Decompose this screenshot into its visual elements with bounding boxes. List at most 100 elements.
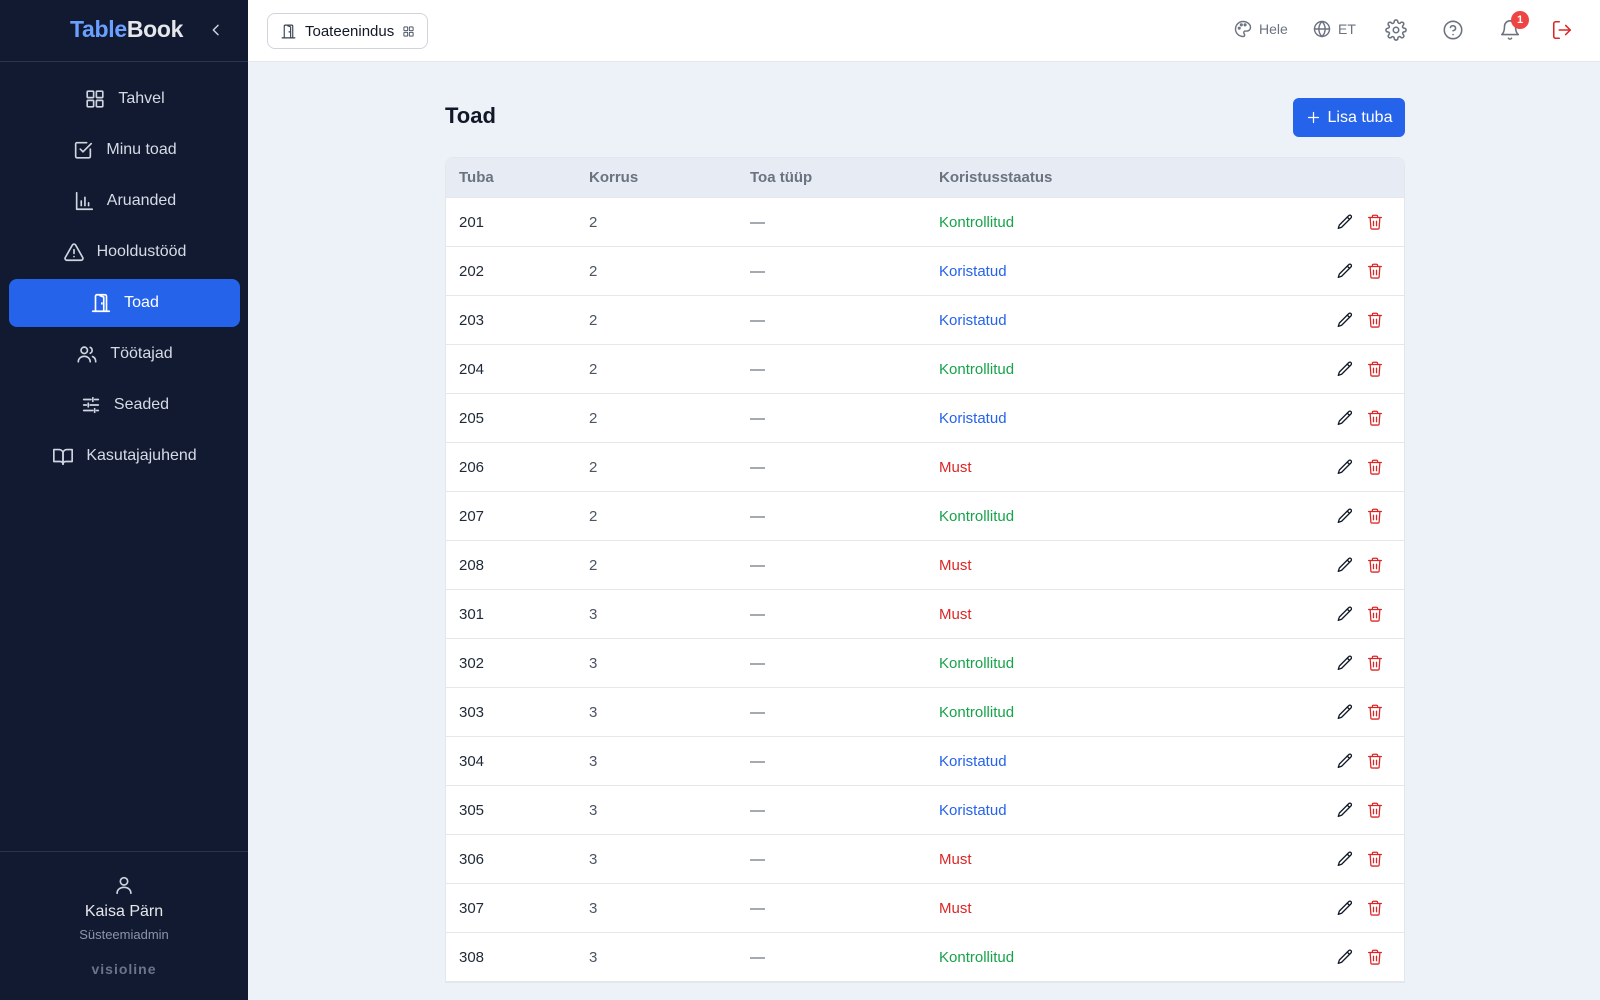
page-title: Toad xyxy=(445,103,496,128)
table-row[interactable]: 206 2 — Must xyxy=(446,443,1404,492)
sidebar-item-toad[interactable]: Toad xyxy=(9,279,240,327)
pencil-icon xyxy=(1337,312,1353,328)
pencil-icon xyxy=(1337,606,1353,622)
table-row[interactable]: 306 3 — Must xyxy=(446,835,1404,884)
sidebar-footer: Kaisa Pärn Süsteemiadmin visioline xyxy=(0,851,248,1000)
cleaning-status: Koristatud xyxy=(939,311,1007,329)
edit-button[interactable] xyxy=(1336,360,1354,378)
delete-button[interactable] xyxy=(1366,360,1384,378)
delete-button[interactable] xyxy=(1366,409,1384,427)
delete-button[interactable] xyxy=(1366,213,1384,231)
delete-button[interactable] xyxy=(1366,654,1384,672)
table-row[interactable]: 301 3 — Must xyxy=(446,590,1404,639)
edit-button[interactable] xyxy=(1336,409,1354,427)
column-header-korrus[interactable]: Korrus xyxy=(589,169,638,186)
notifications-button[interactable]: 1 xyxy=(1499,11,1529,41)
help-button[interactable] xyxy=(1442,19,1464,41)
table-row[interactable]: 202 2 — Koristatud xyxy=(446,247,1404,296)
edit-button[interactable] xyxy=(1336,311,1354,329)
table-row[interactable]: 304 3 — Koristatud xyxy=(446,737,1404,786)
language-button[interactable]: ET xyxy=(1312,19,1356,39)
module-selector[interactable]: Toateenindus xyxy=(267,13,429,49)
theme-toggle-button[interactable]: Hele xyxy=(1233,19,1288,39)
pencil-icon xyxy=(1337,851,1353,867)
collapse-sidebar-button[interactable] xyxy=(204,18,228,42)
app-logo[interactable]: TableBook xyxy=(70,16,183,43)
room-floor: 3 xyxy=(589,605,598,623)
module-label: Toateenindus xyxy=(305,22,395,40)
table-row[interactable]: 201 2 — Kontrollitud xyxy=(446,198,1404,247)
table-row[interactable]: 303 3 — Kontrollitud xyxy=(446,688,1404,737)
table-row[interactable]: 308 3 — Kontrollitud xyxy=(446,933,1404,982)
sidebar-item-minu-toad[interactable]: Minu toad xyxy=(9,126,240,174)
room-number: 204 xyxy=(459,360,485,378)
table-row[interactable]: 207 2 — Kontrollitud xyxy=(446,492,1404,541)
sidebar-item-tootajad[interactable]: Töötajad xyxy=(9,330,240,378)
sidebar-item-seaded[interactable]: Seaded xyxy=(9,381,240,429)
edit-button[interactable] xyxy=(1336,556,1354,574)
edit-button[interactable] xyxy=(1336,850,1354,868)
delete-button[interactable] xyxy=(1366,262,1384,280)
room-floor: 3 xyxy=(589,850,598,868)
delete-button[interactable] xyxy=(1366,899,1384,917)
delete-button[interactable] xyxy=(1366,311,1384,329)
delete-button[interactable] xyxy=(1366,752,1384,770)
edit-button[interactable] xyxy=(1336,752,1354,770)
cleaning-status: Must xyxy=(939,458,972,476)
delete-button[interactable] xyxy=(1366,948,1384,966)
column-header-koristusstaatus[interactable]: Koristusstaatus xyxy=(939,169,1052,186)
sidebar-item-label: Aruanded xyxy=(106,192,177,209)
table-row[interactable]: 305 3 — Koristatud xyxy=(446,786,1404,835)
room-type: — xyxy=(750,752,765,770)
cleaning-status: Kontrollitud xyxy=(939,654,1015,672)
table-row[interactable]: 302 3 — Kontrollitud xyxy=(446,639,1404,688)
sidebar-item-hooldustood[interactable]: Hooldustööd xyxy=(9,228,240,276)
room-number: 304 xyxy=(459,752,485,770)
room-number: 307 xyxy=(459,899,485,917)
delete-button[interactable] xyxy=(1366,458,1384,476)
warning-triangle-icon xyxy=(63,243,84,262)
add-room-button[interactable]: Lisa tuba xyxy=(1293,98,1405,137)
cleaning-status: Must xyxy=(939,899,972,917)
edit-button[interactable] xyxy=(1336,899,1354,917)
edit-button[interactable] xyxy=(1336,458,1354,476)
edit-button[interactable] xyxy=(1336,948,1354,966)
edit-button[interactable] xyxy=(1336,801,1354,819)
logout-icon xyxy=(1552,20,1572,40)
sidebar-item-kasutajajuhend[interactable]: Kasutajajuhend xyxy=(9,432,240,480)
edit-button[interactable] xyxy=(1336,507,1354,525)
pencil-icon xyxy=(1337,214,1353,230)
edit-button[interactable] xyxy=(1336,703,1354,721)
column-header-tuba[interactable]: Tuba xyxy=(459,169,494,186)
pencil-icon xyxy=(1337,557,1353,573)
edit-button[interactable] xyxy=(1336,605,1354,623)
delete-button[interactable] xyxy=(1366,507,1384,525)
table-row[interactable]: 307 3 — Must xyxy=(446,884,1404,933)
door-icon xyxy=(92,293,111,313)
edit-button[interactable] xyxy=(1336,262,1354,280)
table-row[interactable]: 203 2 — Koristatud xyxy=(446,296,1404,345)
trash-icon xyxy=(1367,410,1383,426)
delete-button[interactable] xyxy=(1366,605,1384,623)
logout-button[interactable] xyxy=(1551,19,1573,41)
sidebar: TableBook Tahvel Minu toad Aruanded Hool… xyxy=(0,0,248,1000)
edit-button[interactable] xyxy=(1336,654,1354,672)
pencil-icon xyxy=(1337,704,1353,720)
delete-button[interactable] xyxy=(1366,703,1384,721)
row-actions xyxy=(1336,703,1384,721)
table-row[interactable]: 204 2 — Kontrollitud xyxy=(446,345,1404,394)
sidebar-item-tahvel[interactable]: Tahvel xyxy=(9,75,240,123)
edit-button[interactable] xyxy=(1336,213,1354,231)
table-row[interactable]: 205 2 — Koristatud xyxy=(446,394,1404,443)
user-name: Kaisa Pärn xyxy=(84,903,164,920)
settings-button[interactable] xyxy=(1385,19,1407,41)
delete-button[interactable] xyxy=(1366,556,1384,574)
delete-button[interactable] xyxy=(1366,850,1384,868)
room-number: 303 xyxy=(459,703,485,721)
row-actions xyxy=(1336,507,1384,525)
sidebar-item-aruanded[interactable]: Aruanded xyxy=(9,177,240,225)
add-room-label: Lisa tuba xyxy=(1327,108,1393,126)
delete-button[interactable] xyxy=(1366,801,1384,819)
column-header-toa-tuup[interactable]: Toa tüüp xyxy=(750,169,812,186)
table-row[interactable]: 208 2 — Must xyxy=(446,541,1404,590)
